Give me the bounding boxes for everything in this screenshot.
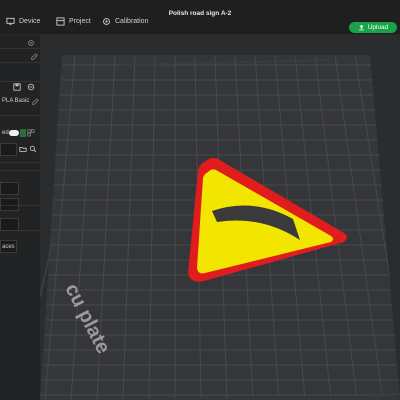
- upload-label: Upload: [367, 24, 389, 31]
- app-window: Polish road sign A-2 Device Project Cali…: [0, 0, 400, 400]
- tab-calibration[interactable]: Calibration: [102, 14, 148, 28]
- monitor-icon: [6, 17, 15, 25]
- option-label[interactable]: aces: [2, 244, 15, 250]
- remove-preset-icon[interactable]: [27, 83, 35, 91]
- sidebar-divider: [0, 170, 40, 171]
- title-bar: Polish road sign A-2 Device Project Cali…: [0, 0, 400, 35]
- tab-device-label: Device: [19, 17, 41, 25]
- search-icon[interactable]: [29, 145, 37, 153]
- parameter-field[interactable]: [0, 182, 19, 195]
- tab-project[interactable]: Project: [56, 14, 91, 28]
- toggle-switch[interactable]: [9, 130, 19, 136]
- toggle-indicator: [20, 129, 26, 137]
- value-field[interactable]: [0, 143, 17, 156]
- toggle-label: ed: [2, 130, 9, 136]
- tab-project-label: Project: [69, 17, 91, 25]
- grid-icon[interactable]: [27, 129, 35, 137]
- 3d-viewport[interactable]: cu plate: [40, 35, 400, 400]
- parameter-field[interactable]: [0, 218, 19, 231]
- sidebar-divider: [0, 205, 40, 206]
- save-preset-icon[interactable]: [13, 83, 21, 91]
- sidebar-divider: [0, 115, 40, 116]
- edit-icon[interactable]: [30, 53, 38, 61]
- project-icon: [56, 16, 65, 26]
- sidebar-divider: [0, 62, 40, 63]
- sidebar: PLA Basic ed aces: [0, 35, 41, 400]
- upload-button[interactable]: Upload: [349, 22, 397, 33]
- settings-icon[interactable]: [27, 39, 35, 47]
- tab-calibration-label: Calibration: [115, 17, 149, 25]
- tab-device[interactable]: Device: [6, 14, 40, 28]
- folder-icon[interactable]: [19, 145, 27, 153]
- upload-icon: [358, 24, 364, 31]
- sidebar-divider: [0, 162, 40, 163]
- sidebar-divider: [0, 48, 40, 49]
- filament-preset-label[interactable]: PLA Basic: [2, 98, 29, 104]
- edit-filament-icon[interactable]: [31, 98, 39, 106]
- calibration-icon: [103, 17, 110, 25]
- sidebar-divider: [0, 81, 40, 82]
